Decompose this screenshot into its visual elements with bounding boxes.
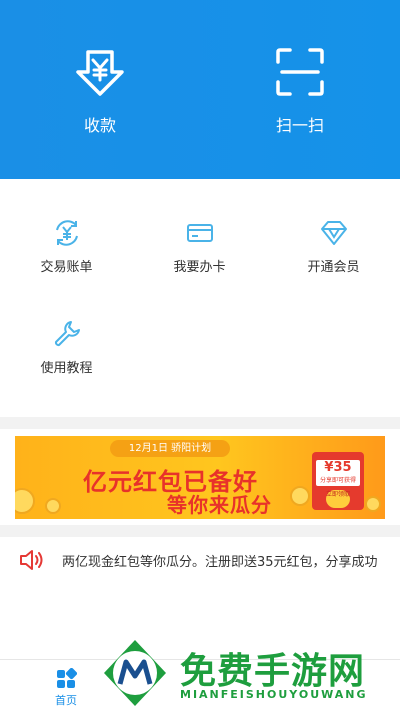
scan-button[interactable]: 扫一扫 xyxy=(240,46,360,136)
promo-banner[interactable]: 12月1日 骄阳计划 亿元红包已备好 等你来瓜分 ¥35 分享即可获得 立即领取 xyxy=(15,436,385,519)
grid-label: 交易账单 xyxy=(40,260,93,275)
grid-label: 我要办卡 xyxy=(173,260,226,275)
coin-decoration xyxy=(290,486,310,506)
receive-payment-button[interactable]: 收款 xyxy=(40,46,160,136)
grid-item-tutorial[interactable]: 使用教程 xyxy=(0,319,133,376)
grid-item-transactions[interactable]: 交易账单 xyxy=(0,218,133,275)
envelope-amount: ¥35 xyxy=(324,460,352,475)
coin-decoration xyxy=(45,498,61,514)
claim-button[interactable]: 立即领取 xyxy=(326,490,350,508)
card-icon xyxy=(185,218,215,248)
grid-label: 开通会员 xyxy=(307,260,360,275)
watermark-title: 免费手游网 xyxy=(180,651,366,692)
scan-label: 扫一扫 xyxy=(275,116,324,135)
envelope-note: 分享即可获得 xyxy=(319,477,356,484)
banner-date-pill: 12月1日 骄阳计划 xyxy=(110,440,230,457)
exchange-yen-icon xyxy=(52,218,82,248)
grid-item-apply-card[interactable]: 我要办卡 xyxy=(133,218,266,275)
coin-decoration xyxy=(365,496,381,512)
section-divider xyxy=(0,525,400,537)
home-grid-icon xyxy=(55,667,78,690)
grid-item-membership[interactable]: 开通会员 xyxy=(267,218,400,275)
receive-label: 收款 xyxy=(83,116,116,135)
notice-bar[interactable]: 两亿现金红包等你瓜分。注册即送35元红包，分享成功 xyxy=(0,537,400,583)
coin-decoration xyxy=(15,488,35,514)
function-grid: 交易账单 我要办卡 开通会员 使用教程 xyxy=(0,179,400,417)
section-divider xyxy=(0,417,400,429)
promo-banner-section: 12月1日 骄阳计划 亿元红包已备好 等你来瓜分 ¥35 分享即可获得 立即领取 xyxy=(0,429,400,525)
watermark-subtitle: MIANFEISHOUYOUWANG xyxy=(180,688,368,701)
envelope-card: ¥35 分享即可获得 xyxy=(316,460,360,486)
tab-home[interactable]: 首页 xyxy=(36,667,96,708)
wrench-icon xyxy=(52,319,82,349)
scan-icon xyxy=(274,46,326,98)
red-envelope: ¥35 分享即可获得 立即领取 xyxy=(312,452,364,510)
grid-label: 使用教程 xyxy=(40,361,93,376)
diamond-icon xyxy=(319,218,349,248)
speaker-icon xyxy=(18,548,44,572)
receive-yen-icon xyxy=(74,46,126,98)
notice-text: 两亿现金红包等你瓜分。注册即送35元红包，分享成功 xyxy=(62,555,378,570)
hero-header: 收款 扫一扫 xyxy=(0,0,400,179)
banner-subline: 等你来瓜分 xyxy=(167,493,272,517)
watermark-logo xyxy=(100,638,170,708)
site-watermark: 免费手游网 MIANFEISHOUYOUWANG xyxy=(100,636,400,711)
tab-home-label: 首页 xyxy=(55,694,77,707)
